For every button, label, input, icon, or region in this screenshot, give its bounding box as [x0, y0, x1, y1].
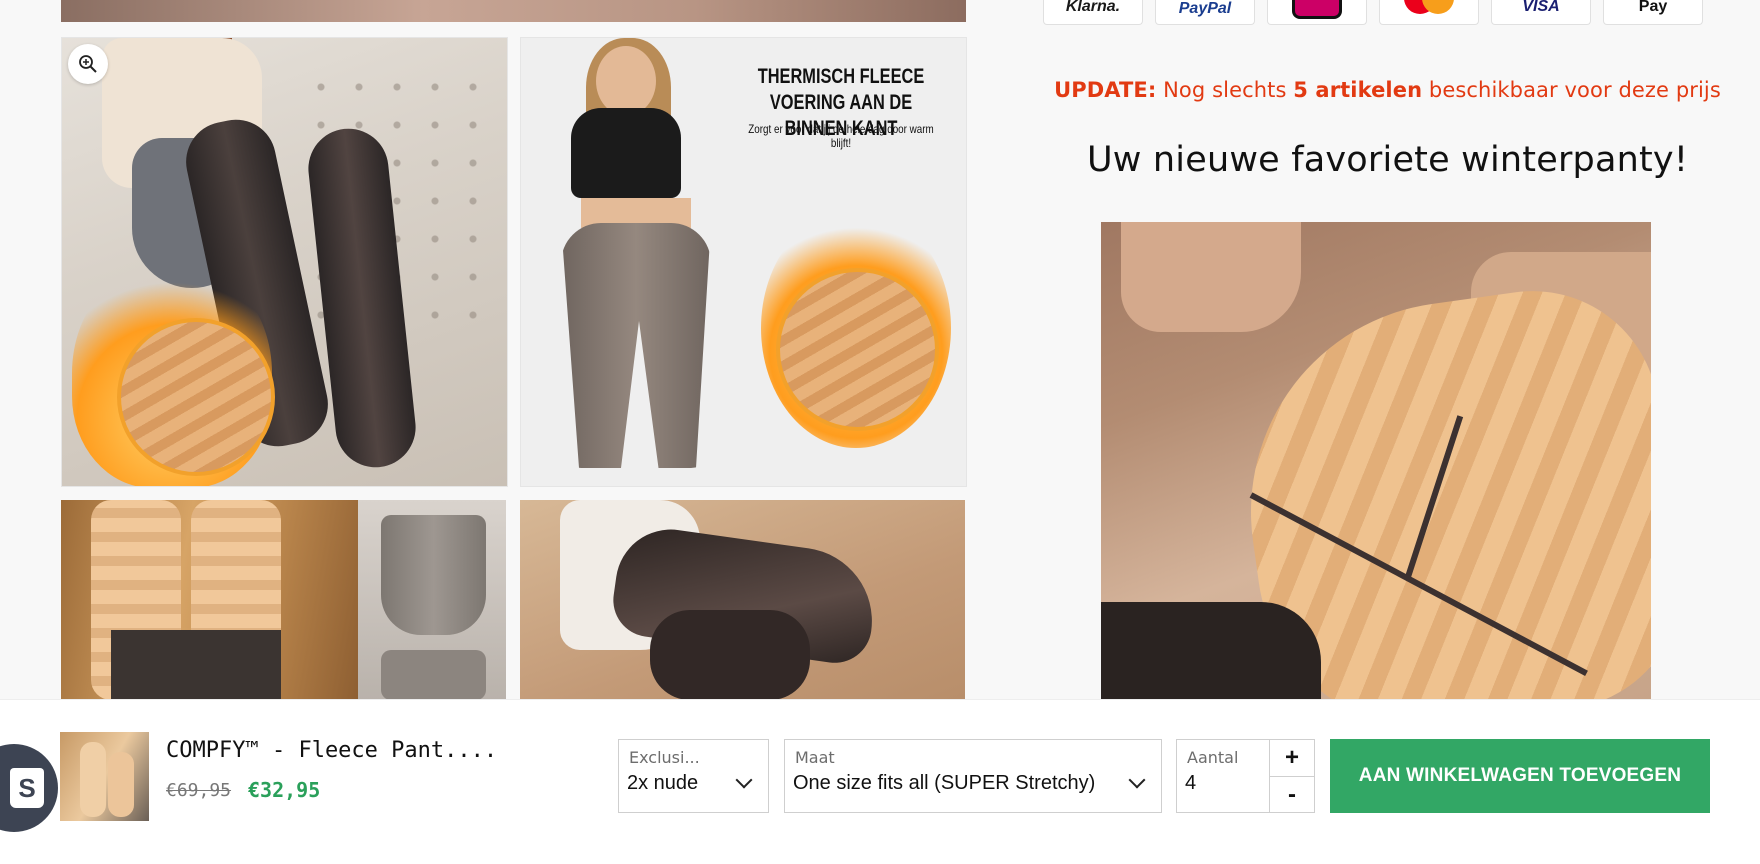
visa-logo: VISA: [1491, 0, 1591, 25]
shopify-bag-icon: S: [10, 768, 44, 808]
zoom-button[interactable]: [68, 44, 108, 84]
quantity-decrease-button[interactable]: -: [1270, 777, 1314, 812]
apple-pay-logo: Pay: [1603, 0, 1703, 25]
sticky-add-to-cart-bar: S COMPFY™ - Fleece Pant.... €69,95 €32,9…: [0, 700, 1760, 864]
stock-notice-text: Nog slechts: [1163, 78, 1287, 102]
chevron-down-icon: [1128, 771, 1146, 789]
quantity-input[interactable]: 4: [1185, 772, 1196, 795]
stock-notice-text: beschikbaar voor deze prijs: [1428, 78, 1721, 102]
stock-count: 5 artikelen: [1293, 78, 1423, 102]
klarna-logo: Klarna.: [1043, 0, 1143, 25]
tights-leg: [1101, 602, 1321, 700]
model-head: [596, 46, 656, 116]
option-label: Exclusi...: [629, 748, 700, 767]
quantity-stepper: Aantal 4 + -: [1176, 739, 1315, 813]
quantity-increase-button[interactable]: +: [1270, 740, 1314, 775]
zoom-in-icon: [79, 55, 97, 73]
ideal-logo: [1267, 0, 1367, 25]
old-price: €69,95: [166, 780, 232, 801]
size-select[interactable]: Maat One size fits all (SUPER Stretchy): [784, 739, 1162, 813]
section-headline: Uw nieuwe favoriete winterpanty!: [1086, 140, 1689, 180]
product-image-fleece-lining[interactable]: [61, 500, 506, 700]
product-image-sofa[interactable]: [61, 37, 508, 487]
product-image-seated[interactable]: [520, 500, 965, 700]
shapewear: [381, 650, 486, 700]
product-image-thermal[interactable]: Thermisch fleece voering aan de binnen k…: [520, 37, 967, 487]
product-thumbnail: [60, 732, 149, 821]
add-to-cart-button[interactable]: AAN WINKELWAGEN TOEVOEGEN: [1330, 739, 1710, 813]
mastercard-logo: [1379, 0, 1479, 25]
stock-notice-prefix: UPDATE:: [1054, 78, 1157, 102]
sale-price: €32,95: [248, 778, 321, 802]
option-exclusive-select[interactable]: Exclusi... 2x nude: [618, 739, 769, 813]
model-leg: [650, 610, 810, 700]
payment-methods: Klarna. PayPal VISA Pay: [1043, 0, 1703, 28]
option-value: 2x nude: [627, 772, 699, 794]
model-top: [571, 108, 681, 198]
thermal-subtitle: Zorgt er voor dat jij de hele dag door w…: [748, 122, 934, 150]
tights-leg: [111, 630, 281, 700]
stock-notice: UPDATE: Nog slechts 5 artikelen beschikb…: [1020, 78, 1755, 102]
shopify-badge[interactable]: S: [0, 744, 58, 832]
paypal-logo: PayPal: [1155, 0, 1255, 25]
shapewear: [381, 515, 486, 635]
quantity-label: Aantal: [1187, 748, 1239, 767]
fleece-closeup-circle: [117, 318, 275, 476]
chevron-down-icon: [735, 771, 753, 789]
fleece-detail-image: [1101, 222, 1651, 700]
product-title: COMPFY™ - Fleece Pant....: [166, 738, 498, 763]
hand: [1121, 222, 1301, 332]
size-value: One size fits all (SUPER Stretchy): [793, 772, 1096, 794]
size-label: Maat: [795, 748, 835, 767]
model-legs: [561, 223, 711, 468]
product-image-top[interactable]: [61, 0, 966, 22]
fleece-closeup-circle: [776, 268, 939, 431]
